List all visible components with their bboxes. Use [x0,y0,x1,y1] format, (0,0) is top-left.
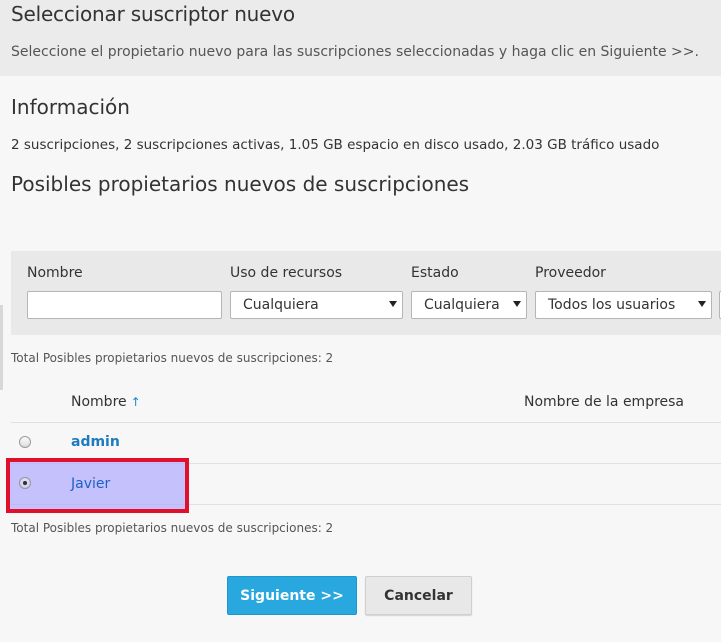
row-link-admin[interactable]: admin [71,434,120,450]
filter-name-input[interactable] [27,291,222,319]
filter-status-value: Cualquiera [424,297,500,313]
filter-bar: Nombre Uso de recursos Cualquiera Estado… [11,251,721,335]
filter-usage-label: Uso de recursos [230,265,343,281]
caret-down-icon [389,301,397,307]
filter-usage-select[interactable]: Cualquiera [230,291,403,319]
page-description: Seleccione el propietario nuevo para las… [11,44,699,60]
caret-down-icon [513,301,521,307]
owners-heading: Posibles propietarios nuevos de suscripc… [11,172,470,196]
column-name-label: Nombre [71,394,127,410]
page-title: Seleccionar suscriptor nuevo [11,2,295,26]
row-radio-admin[interactable] [19,436,31,448]
filter-status-label: Estado [411,265,459,281]
info-heading: Información [11,95,130,119]
cancel-button[interactable]: Cancelar [365,576,472,615]
total-count-bottom: Total Posibles propietarios nuevos de su… [11,521,334,535]
caret-down-icon [698,301,706,307]
total-count-top: Total Posibles propietarios nuevos de su… [11,351,334,365]
info-summary: 2 suscripciones, 2 suscripciones activas… [11,137,660,153]
row-link-javier[interactable]: Javier [71,476,110,492]
filter-provider-select[interactable]: Todos los usuarios [535,291,712,319]
column-header-company[interactable]: Nombre de la empresa [524,394,684,410]
next-button[interactable]: Siguiente >> [227,576,357,615]
filter-provider-label: Proveedor [535,265,606,281]
filter-usage-value: Cualquiera [243,297,319,313]
filter-name-label: Nombre [27,265,83,281]
left-edge-handle [0,305,3,390]
row-radio-javier-overlay[interactable] [19,477,31,489]
table-row: admin [11,422,721,463]
filter-status-select[interactable]: Cualquiera [411,291,527,319]
sort-ascending-icon: ↑ [130,395,141,409]
filter-provider-value: Todos los usuarios [548,297,676,313]
column-header-name[interactable]: Nombre ↑ [71,394,141,410]
